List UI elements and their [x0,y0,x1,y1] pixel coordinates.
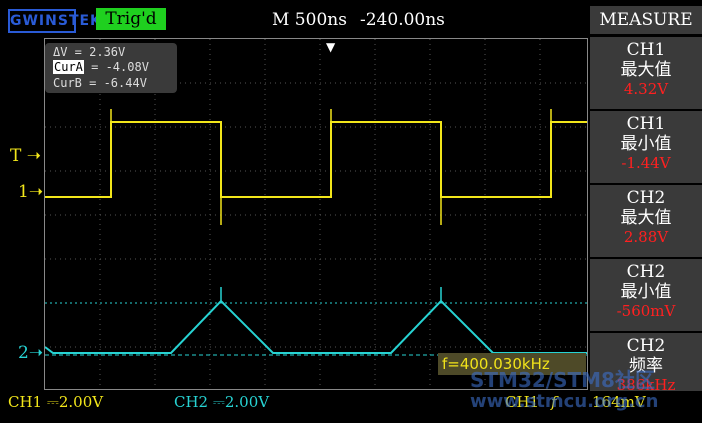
ch2-ground-marker[interactable]: 2➝ [18,343,43,363]
cursor-readout-panel: ΔV = 2.36V CurA = -4.08V CurB = -6.44V [45,43,177,93]
trigger-status-badge: Trig'd [96,8,166,30]
ch1-waveform [45,121,587,198]
measure-value: 2.88V [623,228,669,246]
brand-logo: GWINSTEK [8,9,101,33]
measure-menu-title: MEASURE [590,6,702,34]
measure-type: 最小值 [620,134,672,154]
ch1-scale-readout: CH1 ⎓2.00V [8,393,104,411]
measure-slot-4[interactable]: CH2 最小值 -560mV [590,257,702,331]
measure-channel: CH2 [626,262,666,282]
trigger-level-marker[interactable]: T ➝ [10,146,41,166]
measure-value: -560mV [616,302,676,320]
measure-channel: CH2 [626,336,666,356]
cursor-b-readout: CurB = -6.44V [53,76,147,90]
measure-type: 最大值 [620,208,672,228]
cursor-a-tag[interactable]: CurA [53,60,84,74]
timebase-readout: M 500ns [272,10,347,30]
measure-type: 最小值 [620,282,672,302]
cursor-a-readout: CurA = -4.08V [53,60,149,74]
top-status-bar: GWINSTEK Trig'd M 500ns -240.00ns [0,0,590,38]
measure-slot-2[interactable]: CH1 最小值 -1.44V [590,109,702,183]
ch2-waveform [44,299,587,354]
measure-slot-1[interactable]: CH1 最大值 4.32V [590,35,702,109]
measure-channel: CH2 [626,188,666,208]
measure-value: -1.44V [621,154,671,172]
trigger-position-arrow[interactable]: ▼ [326,40,335,54]
ch2-scale-readout: CH2 ⎓2.00V [174,393,270,411]
measure-channel: CH1 [626,114,666,134]
trigger-marker-label: T [10,146,22,166]
ch1-ground-marker[interactable]: 1➝ [18,182,43,202]
measure-slot-3[interactable]: CH2 最大值 2.88V [590,183,702,257]
watermark-url: www.stmcu.org.cn [470,391,659,412]
ch1-marker-label: 1 [18,182,29,202]
cursor-a-value: = -4.08V [83,60,149,74]
measure-channel: CH1 [626,40,666,60]
cursor-delta-readout: ΔV = 2.36V [53,45,126,59]
measure-type: 最大值 [620,60,672,80]
horizontal-offset-readout: -240.00ns [360,10,445,30]
measure-value: 4.32V [623,80,669,98]
watermark-title: STM32/STM8社区 [470,368,655,392]
ch2-marker-label: 2 [18,343,29,363]
